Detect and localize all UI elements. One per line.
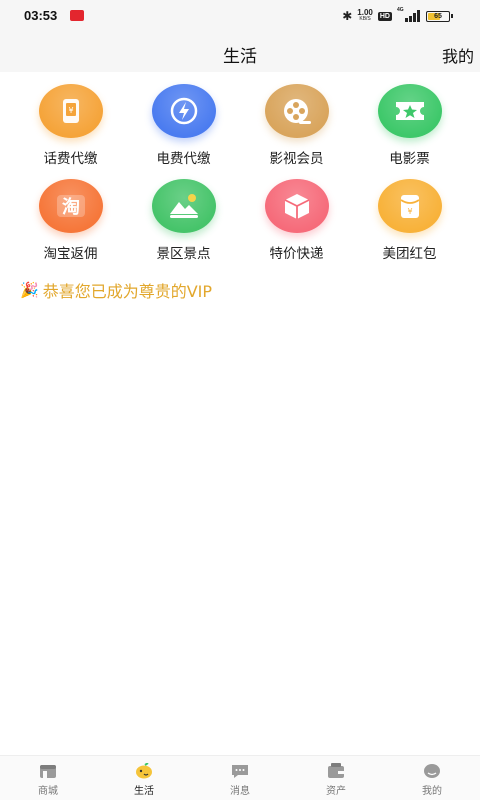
service-movie-ticket[interactable]: 电影票 bbox=[353, 84, 466, 179]
service-label: 特价快递 bbox=[269, 246, 324, 262]
my-link[interactable]: 我的 bbox=[442, 43, 474, 67]
nav-item-profile[interactable]: 我的 bbox=[384, 756, 480, 800]
service-scenic-spots[interactable]: 景区景点 bbox=[127, 179, 240, 274]
network-speed-unit: KB/S bbox=[359, 16, 371, 22]
status-time: 03:53 bbox=[24, 8, 58, 23]
message-icon bbox=[232, 765, 248, 778]
service-label: 美团红包 bbox=[382, 246, 437, 262]
service-phone-bill[interactable]: ¥ 话费代缴 bbox=[14, 84, 127, 179]
nav-label: 商城 bbox=[38, 786, 58, 797]
signal-icon: 4G bbox=[397, 7, 421, 22]
service-grid: ¥ 话费代缴 电费代缴 影视会员 电影票 淘 淘宝返佣 景区景点 特价快递 ¥ … bbox=[0, 84, 480, 274]
service-row: ¥ 话费代缴 电费代缴 影视会员 电影票 bbox=[0, 84, 480, 179]
svg-text:¥: ¥ bbox=[407, 207, 412, 216]
battery-icon: 65 bbox=[426, 10, 453, 22]
svg-text:¥: ¥ bbox=[68, 106, 73, 115]
service-label: 景区景点 bbox=[156, 246, 211, 262]
service-label: 话费代缴 bbox=[43, 151, 98, 167]
electricity-icon bbox=[151, 84, 216, 138]
life-icon bbox=[136, 763, 152, 779]
profile-icon bbox=[424, 764, 440, 778]
nav-item-life[interactable]: 生活 bbox=[96, 756, 192, 800]
service-label: 影视会员 bbox=[269, 151, 324, 167]
taobao-icon: 淘 bbox=[38, 179, 103, 233]
phone-bill-icon: ¥ bbox=[38, 84, 103, 138]
nav-label: 资产 bbox=[326, 786, 346, 797]
service-label: 电影票 bbox=[389, 151, 430, 167]
scenery-icon bbox=[151, 179, 216, 233]
status-indicators: ✱ 1.00 KB/S HD 4G 65 bbox=[342, 7, 453, 24]
service-label: 电费代缴 bbox=[156, 151, 211, 167]
page-title: 生活 bbox=[223, 47, 257, 67]
bottom-nav: 商城 生活 消息 资产 我的 bbox=[0, 755, 480, 800]
movie-ticket-icon bbox=[377, 84, 442, 138]
red-envelope-icon: ¥ bbox=[377, 179, 442, 233]
service-electricity-bill[interactable]: 电费代缴 bbox=[127, 84, 240, 179]
notification-app-icon bbox=[70, 10, 84, 21]
network-speed-value: 1.00 bbox=[357, 8, 373, 17]
package-icon bbox=[264, 179, 329, 233]
battery-level: 65 bbox=[434, 12, 442, 20]
nav-item-store[interactable]: 商城 bbox=[0, 756, 96, 800]
service-row: 淘 淘宝返佣 景区景点 特价快递 ¥ 美团红包 bbox=[0, 179, 480, 274]
service-taobao-rebate[interactable]: 淘 淘宝返佣 bbox=[14, 179, 127, 274]
film-reel-icon bbox=[264, 84, 329, 138]
nav-label: 生活 bbox=[134, 786, 154, 797]
nav-label: 我的 bbox=[422, 786, 442, 797]
party-popper-icon: 🎉 bbox=[20, 281, 39, 299]
status-bar: 03:53 ✱ 1.00 KB/S HD 4G 65 bbox=[0, 0, 480, 32]
wallet-icon bbox=[328, 763, 344, 778]
vip-text: 恭喜您已成为尊贵的VIP bbox=[42, 282, 213, 301]
service-express-delivery[interactable]: 特价快递 bbox=[240, 179, 353, 274]
service-video-membership[interactable]: 影视会员 bbox=[240, 84, 353, 179]
network-type: 4G bbox=[397, 7, 404, 13]
nav-item-assets[interactable]: 资产 bbox=[288, 756, 384, 800]
header: 生活 我的 bbox=[0, 32, 480, 72]
service-meituan-coupon[interactable]: ¥ 美团红包 bbox=[353, 179, 466, 274]
vip-message: 🎉 恭喜您已成为尊贵的VIP bbox=[20, 278, 212, 302]
nav-item-messages[interactable]: 消息 bbox=[192, 756, 288, 800]
nav-label: 消息 bbox=[230, 786, 250, 797]
svg-text:淘: 淘 bbox=[62, 196, 80, 218]
bluetooth-icon: ✱ bbox=[342, 9, 353, 23]
network-speed: 1.00 KB/S bbox=[357, 9, 373, 23]
store-icon bbox=[40, 765, 56, 778]
service-label: 淘宝返佣 bbox=[43, 246, 98, 262]
hd-badge: HD bbox=[377, 11, 392, 21]
